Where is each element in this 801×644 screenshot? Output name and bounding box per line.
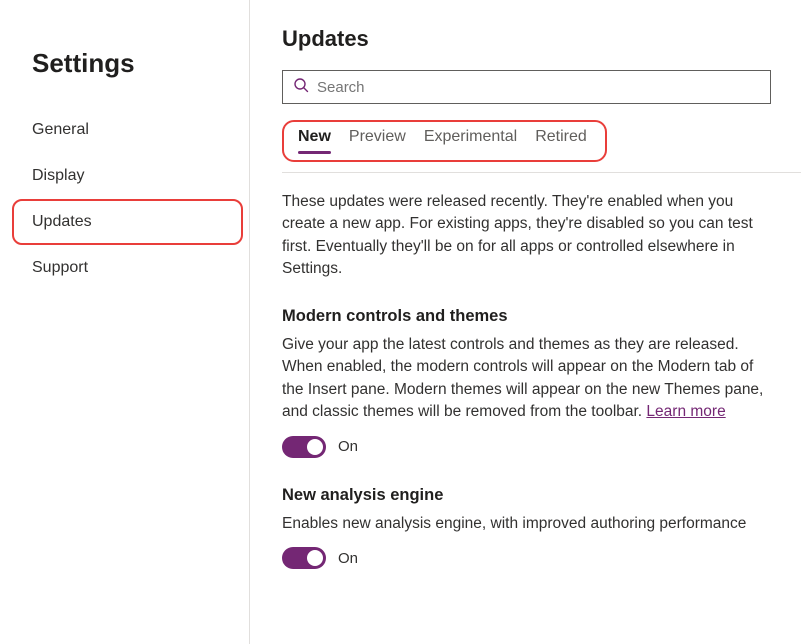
sidebar-item-updates[interactable]: Updates bbox=[12, 199, 243, 245]
setting-new-analysis-engine: New analysis engine Enables new analysis… bbox=[282, 486, 771, 569]
tab-label: Retired bbox=[535, 128, 587, 145]
page-title: Updates bbox=[282, 26, 771, 52]
setting-desc: Give your app the latest controls and th… bbox=[282, 334, 771, 424]
toggle-knob bbox=[307, 550, 323, 566]
setting-desc: Enables new analysis engine, with improv… bbox=[282, 513, 771, 535]
sidebar-item-label: Support bbox=[32, 259, 88, 276]
toggle-knob bbox=[307, 439, 323, 455]
divider bbox=[282, 172, 801, 173]
sidebar: Settings General Display Updates Support bbox=[0, 0, 250, 644]
search-icon bbox=[293, 77, 309, 98]
sidebar-title: Settings bbox=[0, 48, 249, 107]
main-pane: Updates New Preview Experimental Retired… bbox=[250, 0, 801, 644]
sidebar-item-display[interactable]: Display bbox=[0, 153, 249, 199]
toggle-new-analysis-engine[interactable] bbox=[282, 547, 326, 569]
tab-experimental[interactable]: Experimental bbox=[424, 128, 517, 150]
search-box[interactable] bbox=[282, 70, 771, 104]
toggle-label: On bbox=[338, 550, 358, 567]
toggle-modern-controls[interactable] bbox=[282, 436, 326, 458]
sidebar-item-label: Updates bbox=[32, 213, 92, 230]
toggle-row: On bbox=[282, 547, 771, 569]
setting-title: Modern controls and themes bbox=[282, 307, 771, 326]
tab-preview[interactable]: Preview bbox=[349, 128, 406, 150]
setting-title: New analysis engine bbox=[282, 486, 771, 505]
sidebar-item-label: General bbox=[32, 121, 89, 138]
intro-text: These updates were released recently. Th… bbox=[282, 191, 771, 281]
tab-label: Preview bbox=[349, 128, 406, 145]
search-input[interactable] bbox=[309, 79, 760, 96]
setting-modern-controls: Modern controls and themes Give your app… bbox=[282, 307, 771, 458]
sidebar-item-general[interactable]: General bbox=[0, 107, 249, 153]
sidebar-item-support[interactable]: Support bbox=[0, 245, 249, 291]
toggle-row: On bbox=[282, 436, 771, 458]
learn-more-link[interactable]: Learn more bbox=[646, 403, 725, 420]
sidebar-item-label: Display bbox=[32, 167, 84, 184]
tab-retired[interactable]: Retired bbox=[535, 128, 587, 150]
tab-label: New bbox=[298, 128, 331, 145]
tabs-container: New Preview Experimental Retired bbox=[282, 120, 607, 162]
tab-new[interactable]: New bbox=[298, 128, 331, 150]
tab-label: Experimental bbox=[424, 128, 517, 145]
toggle-label: On bbox=[338, 438, 358, 455]
